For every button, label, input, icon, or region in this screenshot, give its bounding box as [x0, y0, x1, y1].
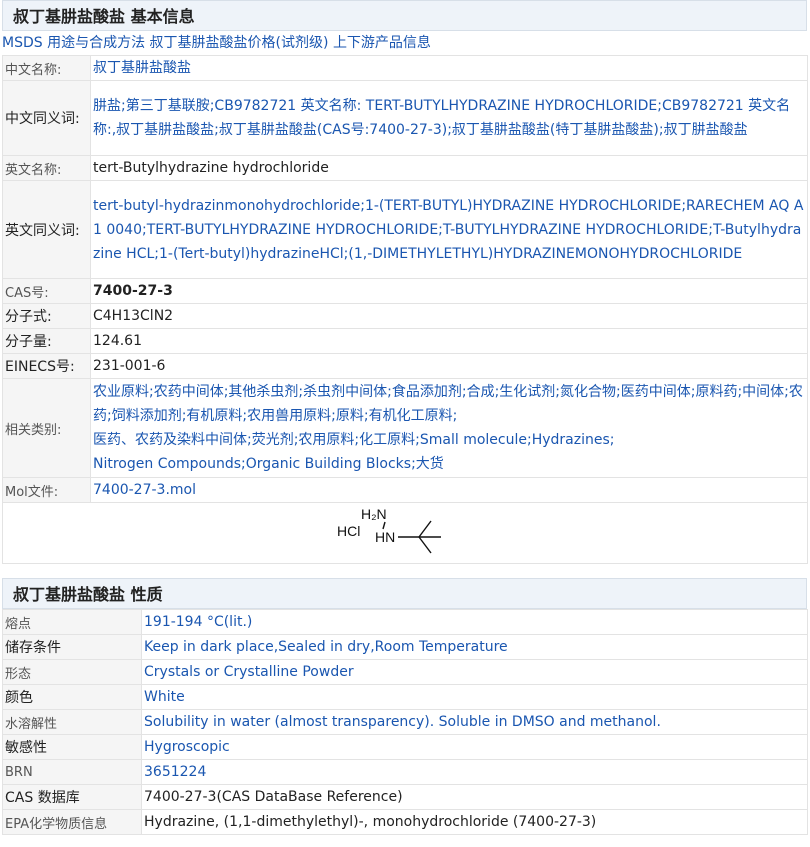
usage-synthesis-link[interactable]: 用途与合成方法 — [47, 35, 145, 51]
msds-link[interactable]: MSDS — [2, 35, 43, 51]
row-label: 分子量: — [2, 328, 91, 354]
table-row: BRN 3651224 — [2, 759, 808, 785]
table-row: 英文名称: tert-Butylhydrazine hydrochloride — [2, 155, 808, 181]
row-label: 敏感性 — [2, 734, 142, 760]
related-categories[interactable]: 农业原料;农药中间体;其他杀虫剂;杀虫剂中间体;食品添加剂;合成;生化试剂;氮化… — [90, 378, 808, 478]
structure-hn: HN — [375, 529, 395, 545]
table-row: EPA化学物质信息 Hydrazine, (1,1-dimethylethyl)… — [2, 809, 808, 835]
row-label: 英文同义词: — [2, 180, 91, 279]
sensitivity: Hygroscopic — [141, 734, 808, 760]
table-row: 分子式: C4H13ClN2 — [2, 303, 808, 329]
cas-database[interactable]: 7400-27-3(CAS DataBase Reference) — [141, 784, 808, 810]
row-label: 中文同义词: — [2, 80, 91, 156]
table-row: 英文同义词: tert-butyl-hydrazinmonohydrochlor… — [2, 180, 808, 279]
table-row: CAS号: 7400-27-3 — [2, 278, 808, 304]
epa-info[interactable]: Hydrazine, (1,1-dimethylethyl)-, monohyd… — [141, 809, 808, 835]
row-label: BRN — [2, 759, 142, 785]
table-row: 颜色 White — [2, 684, 808, 710]
structure-cell: HCl H₂N HN — [2, 502, 808, 564]
table-row: 形态 Crystals or Crystalline Powder — [2, 659, 808, 685]
row-label: 分子式: — [2, 303, 91, 329]
english-synonyms[interactable]: tert-butyl-hydrazinmonohydrochloride;1-(… — [90, 180, 808, 279]
row-label: CAS号: — [2, 278, 91, 304]
table-row: CAS 数据库 7400-27-3(CAS DataBase Reference… — [2, 784, 808, 810]
chinese-synonyms[interactable]: 肼盐;第三丁基联胺;CB9782721 英文名称: TERT-BUTYLHYDR… — [90, 80, 808, 156]
row-label: 英文名称: — [2, 155, 91, 181]
water-solubility: Solubility in water (almost transparency… — [141, 709, 808, 735]
einecs-number: 231-001-6 — [90, 353, 808, 379]
updown-products-link[interactable]: 上下游产品信息 — [333, 35, 431, 51]
english-name: tert-Butylhydrazine hydrochloride — [90, 155, 808, 181]
price-link[interactable]: 叔丁基肼盐酸盐价格(试剂级) — [150, 35, 329, 51]
row-label: 相关类别: — [2, 378, 91, 478]
molecular-formula: C4H13ClN2 — [90, 303, 808, 329]
melting-point: 191-194 °C(lit.) — [141, 609, 808, 635]
table-row: 水溶解性 Solubility in water (almost transpa… — [2, 709, 808, 735]
row-label: 水溶解性 — [2, 709, 142, 735]
row-label: 形态 — [2, 659, 142, 685]
table-row: 中文名称: 叔丁基肼盐酸盐 — [2, 55, 808, 81]
row-label: 中文名称: — [2, 55, 91, 81]
storage-conditions: Keep in dark place,Sealed in dry,Room Te… — [141, 634, 808, 660]
row-label: EPA化学物质信息 — [2, 809, 142, 835]
cas-number: 7400-27-3 — [90, 278, 808, 304]
table-row: 分子量: 124.61 — [2, 328, 808, 354]
structure-h2n: H₂N — [361, 506, 387, 522]
basic-info-table: 中文名称: 叔丁基肼盐酸盐 中文同义词: 肼盐;第三丁基联胺;CB9782721… — [2, 55, 808, 564]
row-label: 颜色 — [2, 684, 142, 710]
structure-image: HCl H₂N HN — [337, 506, 441, 554]
table-row: 熔点 191-194 °C(lit.) — [2, 609, 808, 635]
properties-header: 叔丁基肼盐酸盐 性质 — [2, 578, 807, 609]
table-row: 中文同义词: 肼盐;第三丁基联胺;CB9782721 英文名称: TERT-BU… — [2, 80, 808, 156]
table-row: Mol文件: 7400-27-3.mol — [2, 477, 808, 503]
basic-info-header: 叔丁基肼盐酸盐 基本信息 — [2, 0, 807, 31]
row-label: EINECS号: — [2, 353, 91, 379]
form: Crystals or Crystalline Powder — [141, 659, 808, 685]
table-row: EINECS号: 231-001-6 — [2, 353, 808, 379]
brn: 3651224 — [141, 759, 808, 785]
structure-hcl: HCl — [337, 523, 360, 539]
row-label: 熔点 — [2, 609, 142, 635]
quick-links: MSDS 用途与合成方法 叔丁基肼盐酸盐价格(试剂级) 上下游产品信息 — [2, 31, 807, 55]
table-row: 相关类别: 农业原料;农药中间体;其他杀虫剂;杀虫剂中间体;食品添加剂;合成;生… — [2, 378, 808, 478]
structure-row: HCl H₂N HN — [2, 502, 808, 564]
row-label: CAS 数据库 — [2, 784, 142, 810]
molecular-weight: 124.61 — [90, 328, 808, 354]
table-row: 储存条件 Keep in dark place,Sealed in dry,Ro… — [2, 634, 808, 660]
row-label: Mol文件: — [2, 477, 91, 503]
mol-file-link[interactable]: 7400-27-3.mol — [90, 477, 808, 503]
table-row: 敏感性 Hygroscopic — [2, 734, 808, 760]
properties-table: 熔点 191-194 °C(lit.) 储存条件 Keep in dark pl… — [2, 609, 808, 835]
chinese-name[interactable]: 叔丁基肼盐酸盐 — [90, 55, 808, 81]
color: White — [141, 684, 808, 710]
row-label: 储存条件 — [2, 634, 142, 660]
